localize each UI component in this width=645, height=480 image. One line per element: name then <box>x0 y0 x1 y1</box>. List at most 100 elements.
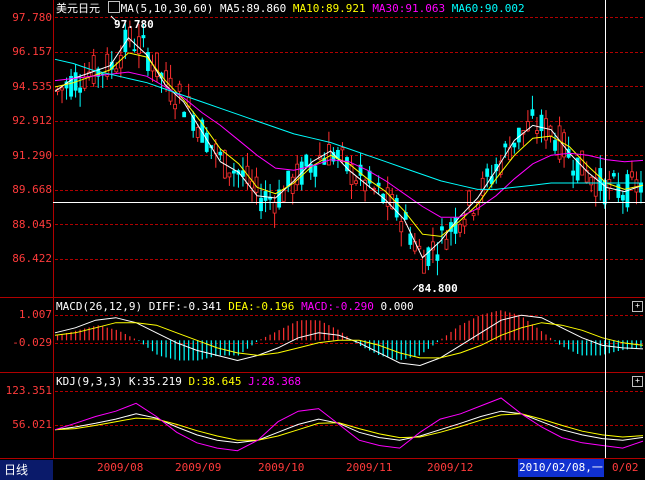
macd-histogram <box>56 310 642 361</box>
candle-body <box>421 256 426 274</box>
candle-body <box>571 170 576 176</box>
candle-body <box>530 109 535 116</box>
candle-body <box>177 83 182 92</box>
cursor-date-box: 2010/02/08,一 <box>518 459 604 477</box>
cursor-date: 2010/02/08,一 <box>519 461 603 474</box>
kdj-expand-button[interactable]: + <box>632 376 643 387</box>
candle-body <box>141 35 146 39</box>
candle-body <box>290 176 295 194</box>
kdj-lines <box>54 397 644 452</box>
kdj-tick: 123.351 <box>5 384 52 397</box>
kdj-tick: 56.021 <box>12 418 52 431</box>
price-tick: 94.535 <box>12 80 52 93</box>
main-panel-header: 美元日元 MA(5,10,30,60) MA5:89.860 MA10:89.9… <box>56 1 525 15</box>
candle-body <box>114 68 119 73</box>
kdj-line-j <box>54 397 644 452</box>
candle-body <box>195 127 200 138</box>
candle-body <box>340 147 345 151</box>
candle-body <box>263 191 268 201</box>
crosshair <box>53 0 645 458</box>
candle-body <box>204 132 209 152</box>
date-tick: 2009/10 <box>258 461 305 474</box>
kdj-d: D:38.645 <box>188 375 242 388</box>
candle-body <box>272 201 277 214</box>
candle-body <box>227 172 232 178</box>
kdj-panel-header: KDJ(9,3,3) K:35.219 D:38.645 J:28.368 <box>56 375 301 388</box>
grid-lines <box>55 17 645 426</box>
candle-body <box>60 87 64 91</box>
candle-body <box>259 197 263 212</box>
date-tick: 2009/11 <box>346 461 393 474</box>
candle-body <box>485 168 490 177</box>
candle-body <box>394 198 399 218</box>
candle-body <box>503 143 508 148</box>
candle-body <box>467 190 472 206</box>
candle-body <box>593 177 598 197</box>
candle-body <box>535 130 539 134</box>
candle-body <box>480 177 485 196</box>
ma60-value: MA60:90.002 <box>451 2 525 15</box>
macd-expand-button[interactable]: + <box>632 301 643 312</box>
candle-body <box>91 55 96 84</box>
candle-body <box>286 170 291 187</box>
price-tick: 92.912 <box>12 114 52 127</box>
period-selector[interactable]: 日线 <box>0 460 53 480</box>
candle-body <box>553 140 557 151</box>
high-marker-label: 97.780 <box>114 18 154 31</box>
price-tick: 89.668 <box>12 183 52 196</box>
candle-body <box>630 171 634 178</box>
kdj-line-k <box>54 410 644 444</box>
low-marker-label: 84.800 <box>418 282 458 295</box>
symbol-name: 美元日元 <box>56 2 100 15</box>
macd-tick: 1.007 <box>18 308 52 321</box>
candle-body <box>173 103 178 110</box>
candle-body <box>231 170 236 174</box>
ma-label: MA(5,10,30,60) <box>120 2 214 15</box>
candle-body <box>132 49 137 52</box>
candle-body <box>611 173 616 177</box>
candle-body <box>589 176 594 186</box>
kdj-j: J:28.368 <box>248 375 302 388</box>
candle-body <box>440 226 444 231</box>
ma-settings-icon[interactable] <box>107 1 120 13</box>
macd-dea-line <box>54 322 644 359</box>
period-label: 日线 <box>4 463 29 477</box>
candle-body <box>598 168 603 191</box>
candle-body <box>458 223 462 233</box>
price-tick: 96.157 <box>12 45 52 58</box>
macd-label: MACD(26,12,9) <box>56 300 143 313</box>
chart-canvas[interactable] <box>0 0 645 480</box>
macd-dea: DEA:-0.196 <box>228 300 295 313</box>
candle-body <box>326 144 331 166</box>
price-tick: 97.780 <box>12 11 52 24</box>
candle-body <box>218 151 223 156</box>
candle-body <box>354 180 358 184</box>
kdj-k: K:35.219 <box>128 375 182 388</box>
candle-body <box>313 165 318 177</box>
candle-body <box>137 36 141 55</box>
candle-body <box>118 55 123 69</box>
price-tick: 86.422 <box>12 252 52 265</box>
price-tick: 91.290 <box>12 149 52 162</box>
candle-body <box>435 254 440 261</box>
candle-body <box>620 194 625 201</box>
candle-body <box>426 247 431 266</box>
price-tick: 88.045 <box>12 218 52 231</box>
ma30-value: MA30:91.063 <box>372 2 446 15</box>
candle-body <box>512 142 517 148</box>
date-tick: 2009/08 <box>97 461 144 474</box>
candle-body <box>639 182 643 193</box>
date-tick: 2009/12 <box>427 461 474 474</box>
candle-body <box>78 87 83 93</box>
macd-value: MACD:-0.290 <box>301 300 374 313</box>
macd-panel-header: MACD(26,12,9) DIFF:-0.341 DEA:-0.196 MAC… <box>56 300 414 313</box>
macd-diff: DIFF:-0.341 <box>148 300 222 313</box>
date-tick-tail: 0/02 <box>612 461 639 474</box>
kdj-label: KDJ(9,3,3) <box>56 375 123 388</box>
date-tick: 2009/09 <box>175 461 222 474</box>
candle-body <box>471 213 476 217</box>
candle-body <box>539 114 544 132</box>
candle-body <box>634 179 639 193</box>
candle-body <box>182 111 187 118</box>
candle-body <box>304 154 309 167</box>
